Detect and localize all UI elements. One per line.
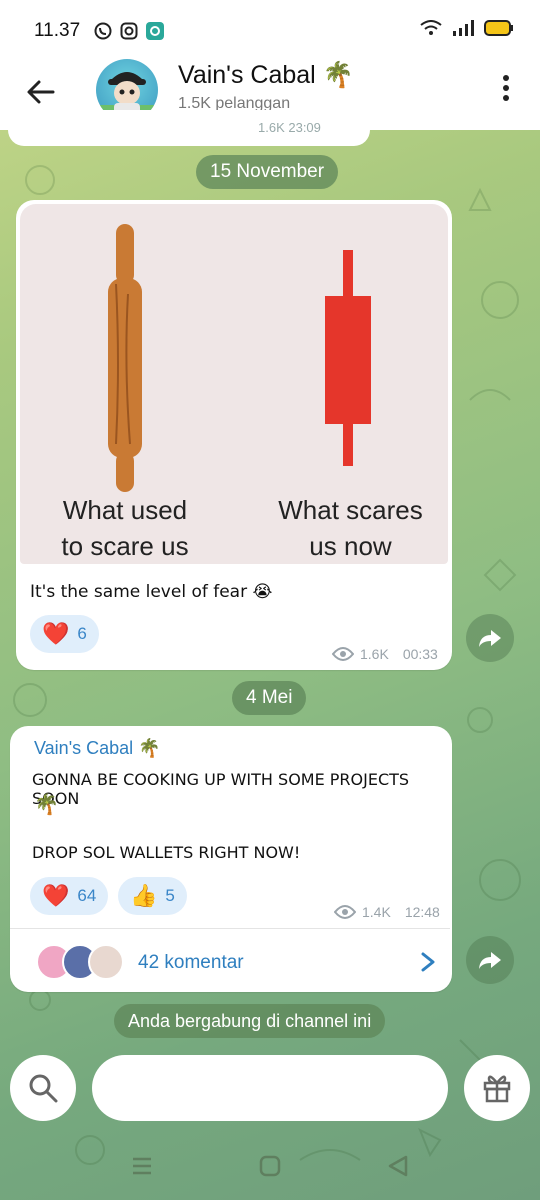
forward-button[interactable] xyxy=(466,614,514,662)
previous-message-meta: 1.6K 23:09 xyxy=(258,120,321,135)
reaction-count: 5 xyxy=(165,886,175,905)
reaction-count: 64 xyxy=(77,886,97,905)
forward-button[interactable] xyxy=(466,936,514,984)
status-time: 11.37 xyxy=(34,20,81,41)
commenter-avatar xyxy=(88,944,124,980)
previous-message-bubble[interactable]: 1.6K 23:09 xyxy=(8,110,370,146)
chevron-right-icon[interactable] xyxy=(420,952,436,972)
gift-icon xyxy=(483,1075,511,1103)
sender-name[interactable]: Vain's Cabal 🌴 xyxy=(34,738,161,759)
signal-icon xyxy=(453,20,474,36)
thumbs-up-icon: 👍 xyxy=(130,883,158,908)
comments-link[interactable]: 42 komentar xyxy=(138,952,244,974)
message-bubble-post2[interactable]: Vain's Cabal 🌴 GONNA BE COOKING UP WITH … xyxy=(10,726,452,992)
more-options-icon[interactable] xyxy=(502,75,510,105)
meme-image[interactable]: What used to scare us What scares us now xyxy=(20,204,448,564)
whatsapp-icon xyxy=(94,22,112,40)
channel-title[interactable]: Vain's Cabal 🌴 xyxy=(178,61,354,90)
reaction-heart[interactable]: ❤️ 6 xyxy=(30,615,99,653)
back-arrow-icon[interactable] xyxy=(26,77,56,107)
post2-meta: 1.4K 12:48 xyxy=(334,904,440,920)
search-button[interactable] xyxy=(10,1055,76,1121)
instagram-icon xyxy=(120,22,138,40)
views-count: 1.6K xyxy=(360,646,389,662)
post1-meta: 1.6K 00:33 xyxy=(332,646,438,662)
message-input-bar[interactable] xyxy=(92,1055,448,1121)
rolling-pin-icon xyxy=(108,224,142,492)
meme-caption-left: What used to scare us xyxy=(61,495,189,561)
app-icon xyxy=(146,22,164,40)
status-bar: 11.37 xyxy=(0,0,540,60)
battery-icon xyxy=(484,20,513,36)
views-eye-icon xyxy=(332,647,354,661)
forward-arrow-icon xyxy=(479,630,501,647)
message-bubble-post1[interactable]: What used to scare us What scares us now… xyxy=(16,200,452,670)
post1-text: It's the same level of fear 😭 xyxy=(30,582,273,602)
forward-arrow-icon xyxy=(479,952,501,969)
home-icon[interactable] xyxy=(258,1154,282,1178)
commenter-avatars xyxy=(36,944,126,982)
views-eye-icon xyxy=(334,905,356,919)
reaction-heart[interactable]: ❤️ 64 xyxy=(30,877,109,915)
date-separator: 4 Mei xyxy=(232,681,307,715)
recents-icon[interactable] xyxy=(130,1154,154,1178)
system-navigation-bar xyxy=(0,1134,540,1200)
message-time: 00:33 xyxy=(402,646,438,662)
search-icon xyxy=(29,1074,58,1103)
comments-divider xyxy=(10,928,450,929)
reaction-count: 6 xyxy=(77,624,87,643)
date-separator: 15 November xyxy=(196,155,339,189)
reaction-thumbs-up[interactable]: 👍 5 xyxy=(118,877,187,915)
post2-line1: GONNA BE COOKING UP WITH SOME PROJECTS S… xyxy=(32,770,410,808)
heart-icon: ❤️ xyxy=(42,621,70,646)
back-nav-icon[interactable] xyxy=(386,1154,410,1178)
gift-button[interactable] xyxy=(464,1055,530,1121)
message-time: 12:48 xyxy=(404,904,440,920)
red-candlestick-icon xyxy=(325,250,371,466)
wifi-icon xyxy=(420,20,442,35)
views-count: 1.4K xyxy=(362,904,391,920)
heart-icon: ❤️ xyxy=(42,883,70,908)
palm-tree-emoji: 🌴 xyxy=(34,792,59,816)
meme-caption-right: What scares us now xyxy=(278,495,423,561)
post2-line2: DROP SOL WALLETS RIGHT NOW! xyxy=(32,843,301,862)
joined-channel-notice: Anda bergabung di channel ini xyxy=(114,1004,386,1038)
